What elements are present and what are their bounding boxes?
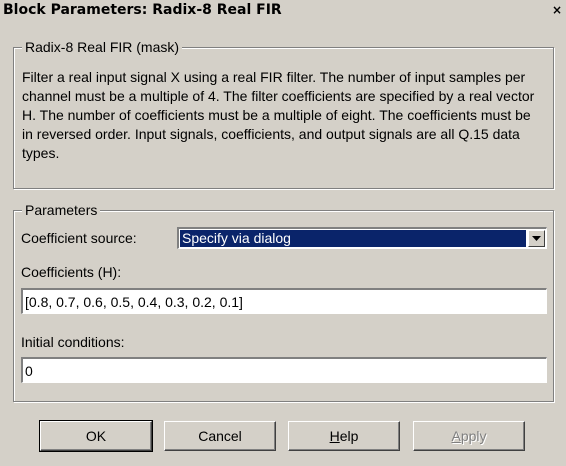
coefficients-label: Coefficients (H): — [21, 264, 122, 280]
title-bar: Block Parameters: Radix-8 Real FIR × — [0, 0, 566, 22]
apply-button: Apply — [413, 421, 525, 451]
parameters-legend: Parameters — [22, 202, 101, 218]
apply-mnemonic: A — [451, 428, 461, 444]
coefficients-field[interactable] — [21, 288, 547, 314]
coefficient-source-value: Specify via dialog — [180, 230, 526, 247]
apply-label-rest: pply — [460, 428, 487, 444]
mask-description: Filter a real input signal X using a rea… — [22, 69, 535, 161]
help-mnemonic: H — [329, 428, 340, 444]
ok-button[interactable]: OK — [39, 420, 153, 452]
mask-group-legend: Radix-8 Real FIR (mask) — [22, 39, 183, 55]
parameters-group: Parameters Coefficient source: Specify v… — [13, 202, 554, 402]
help-button[interactable]: Help — [288, 421, 400, 451]
initial-conditions-field[interactable] — [21, 357, 547, 383]
initial-conditions-label: Initial conditions: — [21, 334, 125, 350]
chevron-down-icon[interactable] — [528, 230, 545, 247]
window-title: Block Parameters: Radix-8 Real FIR — [3, 2, 282, 18]
mask-description-group: Radix-8 Real FIR (mask) Filter a real in… — [13, 39, 554, 189]
coefficient-source-label: Coefficient source: — [21, 230, 137, 246]
close-icon[interactable]: × — [550, 3, 564, 17]
cancel-button[interactable]: Cancel — [164, 421, 276, 451]
help-label-rest: elp — [339, 428, 359, 444]
coefficient-source-select[interactable]: Specify via dialog — [177, 227, 547, 249]
